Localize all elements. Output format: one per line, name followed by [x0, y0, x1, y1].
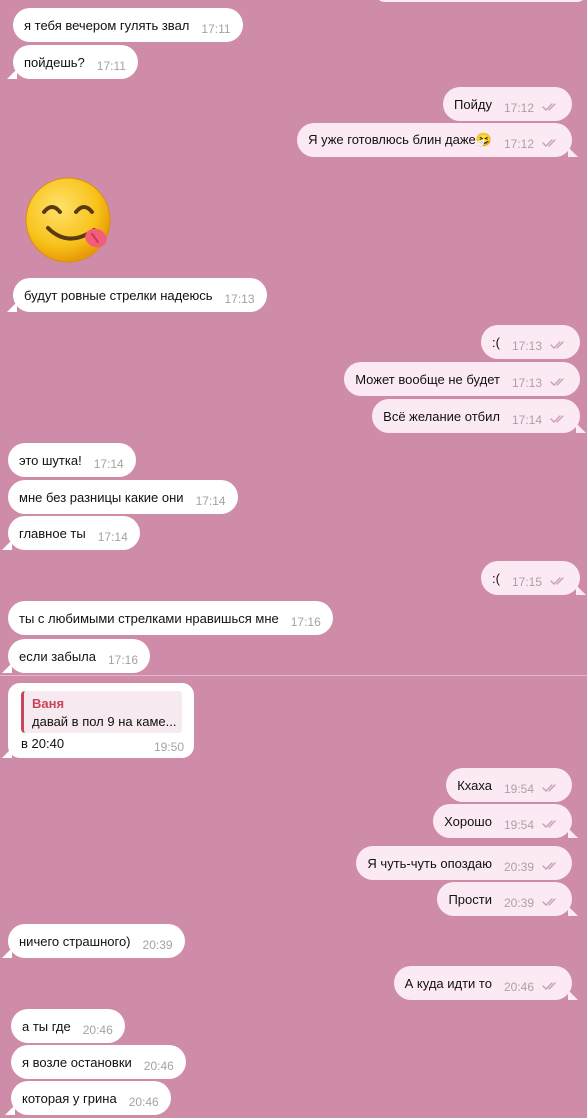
message-text: если забыла: [19, 648, 96, 664]
read-checkmarks-icon: [542, 820, 556, 828]
incoming-message[interactable]: это шутка! 17:14: [8, 443, 136, 477]
message-time: 17:14: [93, 457, 124, 471]
incoming-message[interactable]: мне без разницы какие они 17:14: [8, 480, 238, 514]
read-checkmarks-icon: [550, 378, 564, 386]
message-time: 20:39: [503, 860, 534, 874]
message-time: 17:14: [97, 530, 128, 544]
message-text: Может вообще не будет: [355, 371, 500, 387]
message-time: 17:16: [290, 615, 321, 629]
screenshot-seam-divider: [0, 675, 587, 676]
message-time: 19:50: [153, 740, 184, 754]
message-text: я возле остановки: [22, 1054, 132, 1070]
message-text: в 20:40: [21, 736, 65, 751]
message-text: Я уже готовлюсь блин даже🤧: [308, 132, 492, 147]
message-text: будут ровные стрелки надеюсь: [24, 287, 213, 303]
incoming-reply-message[interactable]: Ваня давай в пол 9 на каме... в 20:40 19…: [2, 683, 194, 758]
message-time: 20:39: [142, 938, 173, 952]
message-text: Прости: [448, 891, 492, 907]
message-text: Я чуть-чуть опоздаю: [367, 855, 492, 871]
message-text: Всё желание отбил: [383, 408, 500, 424]
message-text: ничего страшного): [19, 933, 131, 949]
message-text: мне без разницы какие они: [19, 489, 184, 505]
message-text: Кхаха: [457, 777, 492, 793]
message-time: 17:11: [96, 59, 126, 73]
message-time: 17:13: [511, 376, 542, 390]
message-time: 17:15: [511, 575, 542, 589]
message-text: которая у грина: [22, 1090, 117, 1106]
message-time: 20:39: [503, 896, 534, 910]
outgoing-message[interactable]: :( 17:13: [481, 325, 580, 359]
outgoing-message[interactable]: :( 17:15: [481, 561, 586, 595]
message-time: 17:12: [503, 101, 534, 115]
message-text: я тебя вечером гулять звал: [24, 17, 190, 33]
message-time: 17:16: [107, 653, 139, 667]
message-time: 17:13: [511, 339, 542, 353]
read-checkmarks-icon: [542, 139, 556, 147]
outgoing-message[interactable]: А куда идти то 20:46: [393, 966, 579, 1000]
message-time: 17:13: [224, 292, 255, 306]
read-checkmarks-icon: [542, 784, 556, 792]
incoming-message[interactable]: ты с любимыми стрелками нравишься мне 17…: [8, 601, 333, 635]
incoming-message[interactable]: ничего страшного) 20:39: [2, 924, 185, 958]
message-text: главное ты: [19, 525, 86, 541]
read-checkmarks-icon: [542, 898, 556, 906]
incoming-message[interactable]: я тебя вечером гулять звал 17:11: [13, 8, 243, 42]
message-time: 17:14: [511, 413, 542, 427]
message-text: а ты где: [22, 1018, 71, 1034]
message-time: 19:54: [503, 818, 534, 832]
message-time: 20:46: [503, 980, 534, 994]
quoted-sender-name: Ваня: [32, 696, 65, 711]
message-text: Пойду: [454, 96, 492, 112]
message-time: 17:14: [195, 494, 226, 508]
incoming-message[interactable]: будут ровные стрелки надеюсь 17:13: [7, 278, 267, 312]
outgoing-message[interactable]: Я уже готовлюсь блин даже🤧 17:12: [297, 123, 578, 157]
incoming-message[interactable]: я возле остановки 20:46: [11, 1045, 186, 1079]
read-checkmarks-icon: [542, 862, 556, 870]
message-time: 19:54: [503, 782, 534, 796]
quoted-text: давай в пол 9 на каме...: [32, 714, 177, 729]
outgoing-message[interactable]: Я чуть-чуть опоздаю 20:39: [356, 846, 572, 880]
previous-message-bubble-fragment: [375, 0, 587, 2]
read-checkmarks-icon: [550, 341, 564, 349]
message-text: :(: [492, 334, 500, 350]
quoted-message[interactable]: Ваня давай в пол 9 на каме...: [21, 691, 182, 733]
message-text: пойдешь?: [24, 54, 85, 70]
message-text: это шутка!: [19, 452, 82, 468]
outgoing-message[interactable]: Кхаха 19:54: [446, 768, 572, 802]
incoming-message[interactable]: а ты где 20:46: [11, 1009, 125, 1043]
incoming-message[interactable]: главное ты 17:14: [2, 516, 140, 550]
incoming-message[interactable]: которая у грина 20:46: [5, 1081, 171, 1115]
message-text: А куда идти то: [404, 975, 492, 991]
outgoing-message[interactable]: Хорошо 19:54: [433, 804, 578, 838]
read-checkmarks-icon: [542, 103, 556, 111]
read-checkmarks-icon: [542, 982, 556, 990]
message-text: ты с любимыми стрелками нравишься мне: [19, 610, 279, 626]
outgoing-message[interactable]: Всё желание отбил 17:14: [372, 399, 586, 433]
read-checkmarks-icon: [550, 577, 564, 585]
incoming-message[interactable]: пойдешь? 17:11: [7, 45, 138, 79]
incoming-message[interactable]: если забыла 17:16: [1, 639, 151, 673]
message-time: 17:12: [503, 137, 534, 151]
outgoing-message[interactable]: Прости 20:39: [437, 882, 578, 916]
message-time: 20:46: [82, 1023, 113, 1037]
outgoing-message[interactable]: Может вообще не будет 17:13: [344, 362, 580, 396]
read-checkmarks-icon: [550, 415, 564, 423]
outgoing-message[interactable]: Пойду 17:12: [443, 87, 572, 121]
message-time: 17:11: [201, 22, 231, 36]
smiling-tongue-out-emoji-icon[interactable]: [24, 176, 114, 266]
message-text: :(: [492, 570, 500, 586]
message-time: 20:46: [128, 1095, 159, 1109]
message-time: 20:46: [143, 1059, 174, 1073]
message-text: Хорошо: [444, 813, 492, 829]
